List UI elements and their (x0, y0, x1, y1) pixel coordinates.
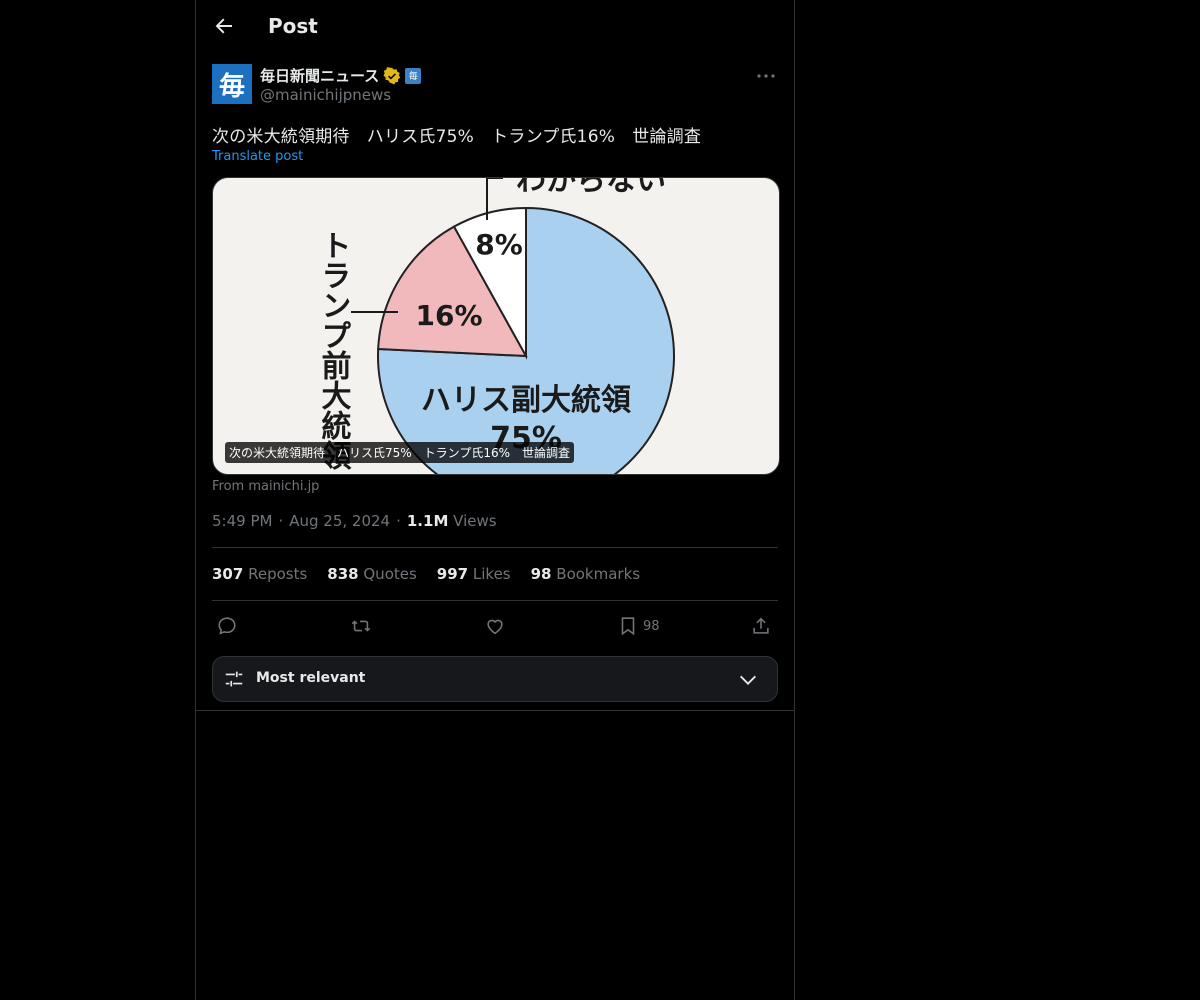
sliders-icon (225, 671, 243, 687)
post-meta: 5:49 PM · Aug 25, 2024 · 1.1M Views (212, 512, 497, 530)
back-arrow-icon[interactable] (212, 14, 236, 38)
divider (196, 710, 794, 711)
author-name-row: 毎日新聞ニュース 毎 (260, 65, 422, 86)
quotes-stat[interactable]: 838 Quotes (327, 565, 417, 583)
pie-chart: ハリス副大統領75%16%8%わからないトランプ前大統領 (316, 178, 675, 474)
sort-label: Most relevant (256, 670, 366, 686)
page-header: Post (196, 0, 794, 53)
author-display-name[interactable]: 毎日新聞ニュース (260, 65, 379, 86)
views-count: 1.1M (406, 512, 449, 530)
avatar[interactable]: 毎 (212, 64, 252, 104)
bookmark-icon (621, 617, 635, 636)
post-image[interactable]: ハリス副大統領 75% 16% 8% わからない トランプ前大統領 次の米大統領期待 ハリ… (212, 177, 780, 475)
post-author: 毎 毎日新聞ニュース 毎 @mainichijpnews (212, 64, 778, 108)
link-source[interactable]: From mainichi.jp (212, 479, 319, 494)
label-trump-name: トランプ前大統領 (316, 230, 352, 471)
share-icon (753, 617, 769, 634)
quotes-label: Quotes (363, 565, 417, 583)
label-trump-value: 16% (415, 299, 482, 332)
likes-count: 997 (436, 565, 469, 583)
translate-post-link[interactable]: Translate post (212, 149, 303, 164)
bookmark-button[interactable]: 98 (617, 612, 660, 640)
label-unknown-value: 8% (475, 228, 523, 261)
more-options-icon[interactable] (754, 64, 778, 88)
image-caption: 次の米大統領期待 ハリス氏75% トランプ氏16% 世論調査 (225, 442, 574, 463)
meta-separator: · (396, 512, 401, 530)
reply-button[interactable] (216, 612, 238, 640)
post-time[interactable]: 5:49 PM (212, 512, 272, 530)
views-label: Views (453, 512, 497, 530)
label-harris-name: ハリス副大統領 (421, 383, 631, 418)
reposts-count: 307 (212, 565, 244, 583)
quotes-count: 838 (327, 565, 359, 583)
bookmarks-count: 98 (530, 565, 552, 583)
meta-separator: · (278, 512, 284, 530)
views: 1.1M Views (407, 512, 497, 530)
affiliation-badge-icon[interactable]: 毎 (405, 67, 422, 84)
divider (212, 547, 778, 548)
heart-icon (487, 619, 503, 635)
post-stats: 307 Reposts 838 Quotes 997 Likes 98 Book… (212, 565, 640, 583)
page-title: Post (268, 14, 318, 38)
likes-label: Likes (472, 565, 511, 583)
reposts-label: Reposts (248, 565, 308, 583)
likes-stat[interactable]: 997 Likes (437, 565, 511, 583)
author-handle[interactable]: @mainichijpnews (260, 86, 391, 104)
bookmarks-label: Bookmarks (556, 565, 641, 583)
bookmark-count: 98 (643, 618, 660, 634)
reposts-stat[interactable]: 307 Reposts (212, 565, 307, 583)
like-button[interactable] (484, 612, 506, 640)
bookmarks-stat[interactable]: 98 Bookmarks (531, 565, 640, 583)
reply-icon (218, 617, 236, 635)
post-column: Post 毎 毎日新聞ニュース 毎 @mainichijpnews 次の米大統領… (195, 0, 795, 1000)
repost-button[interactable] (350, 612, 372, 640)
repost-icon (351, 620, 371, 632)
share-button[interactable] (750, 612, 772, 640)
label-unknown-name: わからない (516, 178, 666, 198)
divider (212, 600, 778, 601)
reply-sort-dropdown[interactable]: Most relevant (212, 656, 778, 702)
verified-badge-icon[interactable] (383, 66, 401, 85)
post-actions: 98 (212, 612, 778, 640)
post-text: 次の米大統領期待 ハリス氏75% トランプ氏16% 世論調査 (212, 127, 702, 147)
chevron-down-icon (740, 675, 756, 685)
post-date[interactable]: Aug 25, 2024 (289, 512, 390, 530)
